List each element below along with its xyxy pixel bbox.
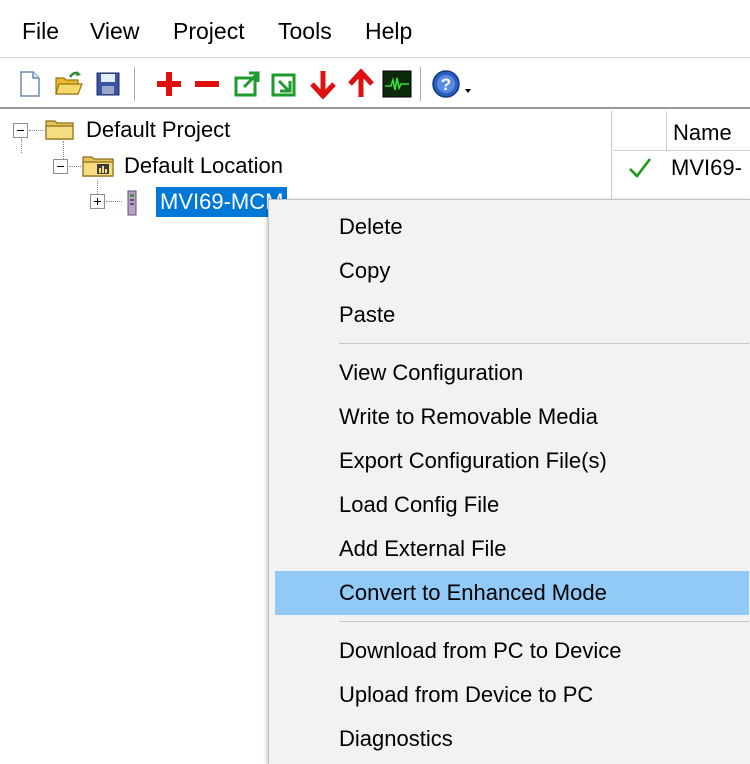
import-icon[interactable]: [268, 67, 300, 101]
menu-item-upload-from-device-to-pc[interactable]: Upload from Device to PC: [275, 673, 749, 717]
list-row[interactable]: MVI69-: [613, 153, 750, 183]
menu-tools[interactable]: Tools: [275, 16, 335, 46]
location-folder-icon: [82, 153, 116, 184]
tree-connector: [21, 139, 22, 153]
new-file-icon[interactable]: [14, 67, 46, 101]
menu-view[interactable]: View: [87, 16, 142, 46]
name-column-header[interactable]: Name: [673, 119, 732, 147]
menu-item-paste[interactable]: Paste: [275, 293, 749, 337]
help-icon[interactable]: ?: [430, 67, 476, 101]
list-row-name: MVI69-: [671, 155, 742, 180]
list-header: Name: [613, 111, 750, 151]
menu-item-write-to-removable-media[interactable]: Write to Removable Media: [275, 395, 749, 439]
toolbar: ?: [0, 59, 750, 109]
export-icon[interactable]: [231, 67, 263, 101]
tree-connector: [106, 201, 122, 202]
tree-connector: [69, 166, 81, 167]
tree-connector: [97, 179, 98, 194]
add-icon[interactable]: [153, 67, 185, 101]
tree-connector: [63, 141, 64, 159]
menu-item-view-configuration[interactable]: View Configuration: [275, 351, 749, 395]
tree-item-default-location[interactable]: Default Location: [120, 151, 287, 181]
collapse-toggle[interactable]: [53, 159, 68, 174]
module-icon: [127, 190, 137, 221]
menu-project[interactable]: Project: [170, 16, 248, 46]
menu-item-export-configuration-files[interactable]: Export Configuration File(s): [275, 439, 749, 483]
menu-separator: [339, 621, 749, 622]
expand-toggle[interactable]: [90, 194, 105, 209]
toolbar-separator: [134, 67, 135, 101]
open-folder-icon[interactable]: [53, 67, 85, 101]
remove-icon[interactable]: [191, 67, 223, 101]
menu-item-delete[interactable]: Delete: [275, 205, 749, 249]
menu-item-diagnostics[interactable]: Diagnostics: [275, 717, 749, 761]
menu-file[interactable]: File: [19, 16, 62, 46]
collapse-toggle[interactable]: [13, 123, 28, 138]
context-menu: Delete Copy Paste View Configuration Wri…: [268, 199, 750, 764]
diagnostics-icon[interactable]: [381, 67, 413, 101]
folder-icon: [45, 117, 75, 146]
menu-separator: [339, 343, 749, 344]
menu-item-download-from-pc-to-device[interactable]: Download from PC to Device: [275, 629, 749, 673]
menu-item-add-external-file[interactable]: Add External File: [275, 527, 749, 571]
tree-connector: [29, 130, 43, 131]
save-icon[interactable]: [92, 67, 124, 101]
svg-text:?: ?: [441, 75, 451, 94]
menu-bar: File View Project Tools Help: [0, 0, 750, 58]
menu-item-load-config-file[interactable]: Load Config File: [275, 483, 749, 527]
download-icon[interactable]: [307, 67, 339, 101]
menu-item-copy[interactable]: Copy: [275, 249, 749, 293]
upload-icon[interactable]: [345, 67, 377, 101]
menu-help[interactable]: Help: [362, 16, 415, 46]
checkmark-icon: [627, 155, 653, 186]
menu-item-convert-to-enhanced-mode[interactable]: Convert to Enhanced Mode: [275, 571, 749, 615]
status-column-header[interactable]: [621, 111, 667, 151]
toolbar-separator: [420, 67, 421, 101]
tree-item-default-project[interactable]: Default Project: [82, 115, 234, 145]
